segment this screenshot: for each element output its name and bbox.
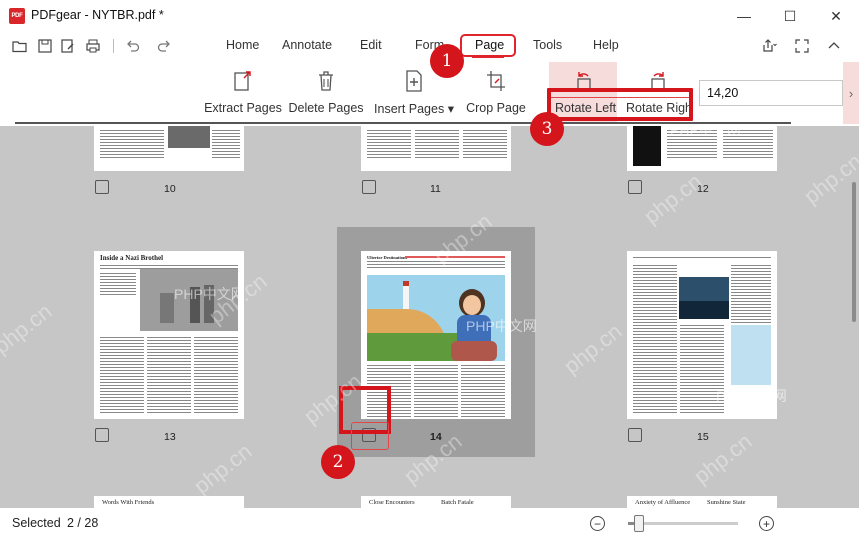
page-checkbox-12[interactable] bbox=[628, 180, 642, 194]
page-thumbnail-11[interactable] bbox=[361, 126, 511, 171]
watermark: php.cn bbox=[188, 438, 257, 499]
insert-pages-dropdown-icon: ▾ bbox=[447, 102, 454, 116]
page-tab-highlight-box bbox=[460, 34, 516, 57]
page-17-headline-left: Close Encounters bbox=[369, 499, 415, 506]
delete-pages-button[interactable]: Delete Pages bbox=[288, 68, 364, 115]
active-tab-underline bbox=[472, 56, 504, 58]
page-checkbox-11[interactable] bbox=[362, 180, 376, 194]
zoom-slider-handle[interactable] bbox=[634, 515, 644, 532]
delete-pages-label: Delete Pages bbox=[288, 101, 364, 115]
selected-count: 2 / 28 bbox=[67, 516, 99, 530]
page-thumbnail-16[interactable]: Words With Friends bbox=[94, 496, 244, 508]
zoom-out-icon[interactable]: − bbox=[590, 516, 605, 531]
page-13-headline: Inside a Nazi Brothel bbox=[100, 254, 164, 262]
page-thumbnail-17[interactable]: Close Encounters Batch Fatale bbox=[361, 496, 511, 508]
insert-pages-button[interactable]: Insert Pages ▾ bbox=[374, 68, 454, 116]
watermark: php.cn bbox=[558, 318, 627, 379]
page-17-headline-right: Batch Fatale bbox=[441, 499, 474, 506]
page-18-headline-left: Anxiety of Affluence bbox=[635, 499, 691, 506]
save-as-icon[interactable] bbox=[59, 37, 77, 55]
watermark: php.cn bbox=[0, 298, 57, 359]
watermark: php.cn bbox=[798, 148, 859, 209]
page-photo bbox=[633, 126, 661, 166]
page-14-headline: Ulterior Destinations bbox=[367, 255, 408, 260]
watermark: php.cn bbox=[638, 168, 707, 229]
checkbox-outline bbox=[351, 422, 389, 450]
step-badge-2: 2 bbox=[321, 445, 355, 479]
undo-icon[interactable] bbox=[124, 37, 142, 55]
fullscreen-icon[interactable] bbox=[793, 37, 811, 55]
status-bar: Selected 2 / 28 − + bbox=[0, 508, 859, 540]
save-icon[interactable] bbox=[36, 37, 54, 55]
redo-icon[interactable] bbox=[155, 37, 173, 55]
trash-icon bbox=[313, 68, 339, 94]
vertical-scrollbar-thumb[interactable] bbox=[852, 182, 856, 322]
page-sidebar-box bbox=[731, 325, 771, 385]
insert-pages-icon bbox=[401, 68, 427, 94]
minimize-button[interactable]: — bbox=[721, 0, 767, 32]
page-range-input[interactable] bbox=[699, 80, 843, 106]
window-title: PDFgear - NYTBR.pdf * bbox=[31, 8, 164, 22]
app-logo: PDF bbox=[9, 8, 25, 24]
maximize-button[interactable]: ☐ bbox=[767, 0, 813, 32]
page-number-13: 13 bbox=[164, 431, 176, 443]
watermark-cn: PHP中文网 bbox=[670, 126, 741, 138]
page-thumbnail-grid: 10 11 12 Inside a Nazi Brothel Ulterior … bbox=[0, 126, 859, 508]
page-number-10: 10 bbox=[164, 183, 176, 195]
selected-label: Selected bbox=[12, 516, 61, 530]
step-badge-1: 1 bbox=[430, 44, 464, 78]
tab-home[interactable]: Home bbox=[226, 38, 259, 52]
rotate-buttons-highlight-box bbox=[547, 88, 693, 121]
zoom-in-icon[interactable]: + bbox=[759, 516, 774, 531]
ribbon-bottom-border bbox=[15, 122, 791, 124]
title-bar: PDF PDFgear - NYTBR.pdf * — ☐ ✕ bbox=[0, 0, 859, 32]
page-checkbox-15[interactable] bbox=[628, 428, 642, 442]
share-icon[interactable] bbox=[760, 37, 778, 55]
toolbar-divider bbox=[113, 39, 114, 53]
tab-annotate[interactable]: Annotate bbox=[282, 38, 332, 52]
watermark-cn: PHP中文网 bbox=[716, 388, 787, 404]
crop-page-label: Crop Page bbox=[466, 101, 526, 115]
page-checkbox-13[interactable] bbox=[95, 428, 109, 442]
crop-page-button[interactable]: Crop Page bbox=[466, 68, 526, 115]
page-number-15: 15 bbox=[697, 431, 709, 443]
watermark-cn: PHP中文网 bbox=[174, 286, 245, 302]
print-icon[interactable] bbox=[84, 37, 102, 55]
page-thumbnail-18[interactable]: Anxiety of Affluence Sunshine State bbox=[627, 496, 777, 508]
zoom-slider-track[interactable] bbox=[628, 522, 738, 525]
close-button[interactable]: ✕ bbox=[813, 0, 859, 32]
page-thumbnail-10[interactable] bbox=[94, 126, 244, 171]
tab-help[interactable]: Help bbox=[593, 38, 619, 52]
tab-tools[interactable]: Tools bbox=[533, 38, 562, 52]
extract-pages-label: Extract Pages bbox=[204, 101, 282, 115]
page-thumbnail-13[interactable]: Inside a Nazi Brothel bbox=[94, 251, 244, 419]
step-badge-3: 3 bbox=[530, 112, 564, 146]
page-photo bbox=[679, 277, 729, 319]
menu-bar: Home Annotate Edit Form Page Tools Help bbox=[0, 32, 859, 60]
crop-icon bbox=[483, 68, 509, 94]
extract-pages-button[interactable]: Extract Pages bbox=[204, 68, 282, 115]
page-photo bbox=[168, 126, 210, 148]
page-checkbox-10[interactable] bbox=[95, 180, 109, 194]
collapse-ribbon-icon[interactable] bbox=[825, 37, 843, 55]
insert-pages-label: Insert Pages ▾ bbox=[374, 102, 454, 116]
tab-edit[interactable]: Edit bbox=[360, 38, 382, 52]
open-folder-icon[interactable] bbox=[11, 37, 29, 55]
page-number-11: 11 bbox=[430, 183, 441, 195]
page-16-headline: Words With Friends bbox=[102, 499, 155, 506]
watermark-cn: PHP中文网 bbox=[466, 318, 537, 334]
page-18-headline-right: Sunshine State bbox=[707, 499, 746, 506]
extract-pages-icon bbox=[230, 68, 256, 94]
ribbon-scroll-right-icon[interactable]: › bbox=[843, 62, 859, 124]
